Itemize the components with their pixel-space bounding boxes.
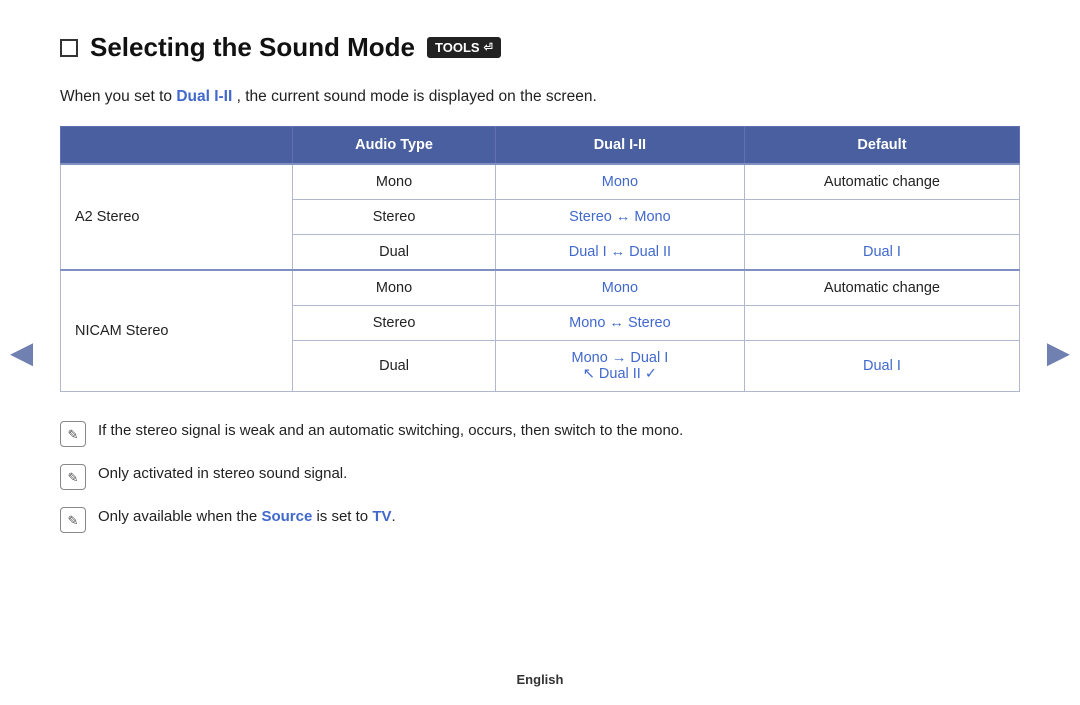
- tools-badge: TOOLS ⏎: [427, 37, 501, 58]
- sound-table: Audio Type Dual I-II Default A2 Stereo M…: [60, 126, 1020, 392]
- audio-type-cell: Dual: [293, 341, 496, 392]
- note-icon-2: ✎: [60, 464, 86, 490]
- notes-section: ✎ If the stereo signal is weak and an au…: [60, 420, 1020, 533]
- dual-cell: Dual I ↔ Dual II: [495, 235, 744, 271]
- tools-label: TOOLS: [435, 40, 480, 55]
- col-header-audio-type: Audio Type: [293, 127, 496, 165]
- col-header-dual: Dual I-II: [495, 127, 744, 165]
- note-item-3: ✎ Only available when the Source is set …: [60, 506, 1020, 533]
- default-cell: Automatic change: [744, 270, 1019, 306]
- note-text-3: Only available when the Source is set to…: [98, 506, 1020, 529]
- dual-cell: Mono: [495, 270, 744, 306]
- dual-cell: Stereo ↔ Mono: [495, 200, 744, 235]
- intro-text: When you set to Dual I-II , the current …: [60, 85, 1020, 108]
- note-icon-1: ✎: [60, 421, 86, 447]
- default-cell: Dual I: [744, 341, 1019, 392]
- table-row: A2 Stereo Mono Mono Automatic change: [61, 164, 1020, 200]
- intro-suffix: , the current sound mode is displayed on…: [237, 88, 597, 105]
- default-cell: Dual I: [744, 235, 1019, 271]
- audio-type-cell: Stereo: [293, 306, 496, 341]
- dual-cell: Mono → Dual I↖ Dual II ✓: [495, 341, 744, 392]
- nav-arrow-right[interactable]: ▶: [1047, 335, 1070, 370]
- group-label-nicam: NICAM Stereo: [61, 270, 293, 392]
- footer: English: [0, 672, 1080, 687]
- col-header-empty: [61, 127, 293, 165]
- source-highlight: Source: [261, 508, 312, 525]
- intro-highlight: Dual I-II: [176, 88, 232, 105]
- dual-cell: Mono ↔ Stereo: [495, 306, 744, 341]
- note-text-2: Only activated in stereo sound signal.: [98, 463, 1020, 486]
- audio-type-cell: Stereo: [293, 200, 496, 235]
- table-header-row: Audio Type Dual I-II Default: [61, 127, 1020, 165]
- page-title: Selecting the Sound Mode: [90, 32, 415, 63]
- footer-text: English: [517, 672, 564, 687]
- group-label-a2: A2 Stereo: [61, 164, 293, 270]
- page-title-row: Selecting the Sound Mode TOOLS ⏎: [60, 32, 1020, 63]
- default-cell: [744, 200, 1019, 235]
- audio-type-cell: Mono: [293, 270, 496, 306]
- note-text-1: If the stereo signal is weak and an auto…: [98, 420, 1020, 443]
- table-row: NICAM Stereo Mono Mono Automatic change: [61, 270, 1020, 306]
- title-checkbox: [60, 39, 78, 57]
- tv-highlight: TV: [372, 508, 391, 525]
- note-icon-3: ✎: [60, 507, 86, 533]
- tools-return-icon: ⏎: [484, 41, 493, 54]
- intro-prefix: When you set to: [60, 88, 176, 105]
- page-content: Selecting the Sound Mode TOOLS ⏎ When yo…: [0, 0, 1080, 569]
- default-cell: [744, 306, 1019, 341]
- default-cell: Automatic change: [744, 164, 1019, 200]
- audio-type-cell: Mono: [293, 164, 496, 200]
- audio-type-cell: Dual: [293, 235, 496, 271]
- nav-arrow-left[interactable]: ◀: [10, 335, 33, 370]
- col-header-default: Default: [744, 127, 1019, 165]
- note-item-2: ✎ Only activated in stereo sound signal.: [60, 463, 1020, 490]
- dual-cell: Mono: [495, 164, 744, 200]
- note-item-1: ✎ If the stereo signal is weak and an au…: [60, 420, 1020, 447]
